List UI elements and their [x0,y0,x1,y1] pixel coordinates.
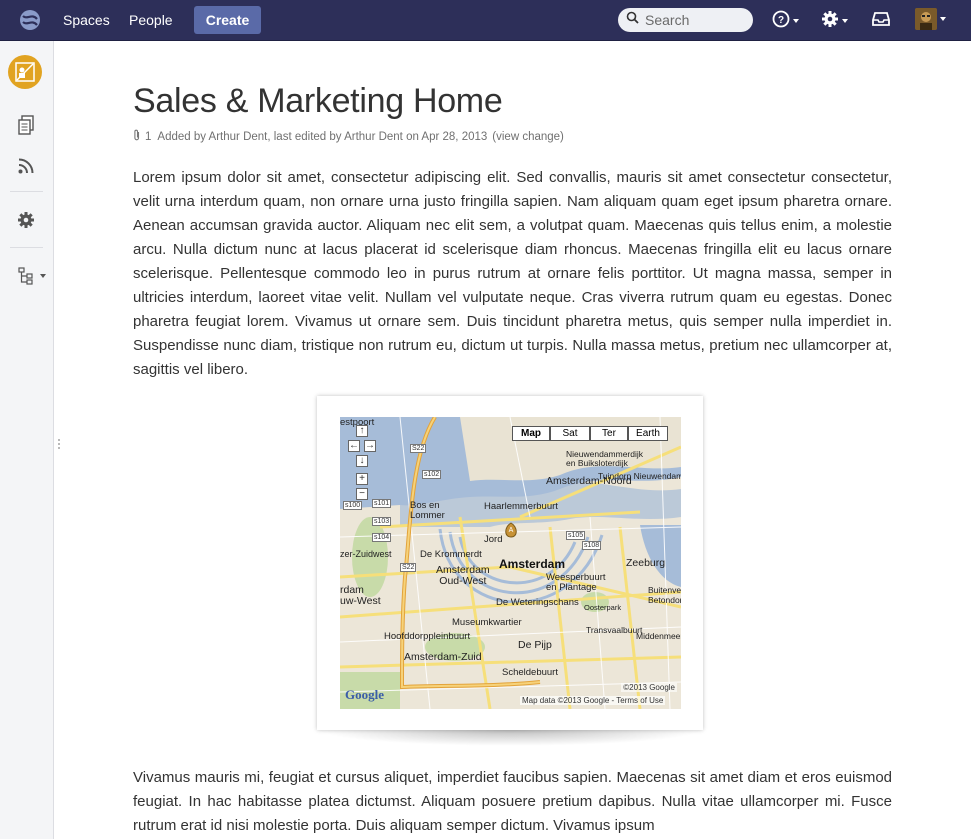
body-paragraph: Vivamus mauris mi, feugiat et cursus ali… [133,769,892,834]
sidebar-divider [10,247,43,248]
map-label: Amsterdam [499,557,566,571]
map-zoom-in-button[interactable]: + [356,473,368,485]
map-label: Middenmeer [636,631,681,641]
road-number-tag: s102 [422,470,442,479]
chevron-down-icon[interactable] [40,274,46,278]
map-copyright: ©2013 Google [621,683,677,692]
nav-people-link[interactable]: People [129,12,173,28]
map-zoom-out-button[interactable]: − [356,488,368,500]
map-label: Jord [484,534,503,545]
chevron-down-icon [842,19,848,23]
view-change-link[interactable]: (view change) [492,131,564,143]
map-pan-right-button[interactable]: → [364,440,376,452]
road-number-tag: S22 [400,563,417,572]
svg-text:A: A [509,527,514,534]
map-label: estpoort [340,417,375,428]
map-image[interactable]: A Map Sat Ter Earth ↑ ← → ↓ + − estpoort… [340,417,681,709]
road-number-tag: s103 [372,517,392,526]
settings-menu[interactable] [821,10,848,32]
nav-spaces-link[interactable]: Spaces [63,12,110,28]
map-pan-down-button[interactable]: ↓ [356,455,368,467]
create-button[interactable]: Create [194,6,261,34]
space-settings-gear-icon[interactable] [15,209,37,231]
rss-feed-icon[interactable] [15,155,37,177]
pages-icon[interactable] [15,114,37,136]
map-type-terrain-button[interactable]: Ter [590,426,628,441]
page-title: Sales & Marketing Home [133,82,503,120]
sidebar-divider [10,191,43,192]
paperclip-icon[interactable] [133,129,141,144]
image-shadow [317,730,703,746]
google-logo[interactable]: Google [345,687,384,703]
map-label: Zeeburg [626,557,666,569]
road-number-tag: s108 [582,541,602,550]
road-number-tag: S22 [410,444,427,453]
svg-text:?: ? [778,15,784,26]
map-label: Buitenveldert Betondorp [648,585,681,605]
map-label: Transvaalbuurt [586,625,643,635]
map-label: zer-Zuidwest [340,549,392,559]
map-label: Hoofddorppleinbuurt [384,631,471,642]
chevron-down-icon [793,19,799,23]
map-label: Amsterdam-Noord [546,475,632,487]
help-icon: ? [772,10,790,33]
gear-icon [821,10,839,33]
map-label: Museumkwartier [452,617,522,628]
road-number-tag: s105 [566,531,586,540]
road-number-tag: s101 [372,499,392,508]
user-menu[interactable] [915,8,946,30]
map-label: Weesperbuurt en Plantage [546,572,606,593]
space-sidebar [0,41,54,839]
map-label: rdam uw-West [340,584,381,607]
page-tree-icon[interactable] [15,265,37,287]
notifications-button[interactable] [872,10,890,32]
map-data-terms-link[interactable]: Map data ©2013 Google - Terms of Use [520,696,666,705]
map-label: Bos en Lommer [410,500,445,521]
map-label: De Pijp [518,639,552,651]
road-number-tag: s104 [372,533,392,542]
map-label: Scheldebuurt [502,667,558,678]
confluence-logo-icon[interactable] [17,7,43,33]
search-input[interactable] [645,12,745,28]
map-type-earth-button[interactable]: Earth [628,426,668,441]
search-box[interactable] [618,8,753,32]
space-avatar[interactable] [8,55,42,89]
body-paragraph: Lorem ipsum dolor sit amet, consectetur … [133,169,892,378]
chevron-down-icon [940,17,946,21]
sidebar-resize-handle[interactable] [58,438,60,450]
map-type-satellite-button[interactable]: Sat [550,426,590,441]
map-label: De Weteringschans [496,597,579,608]
page-byline: Added by Arthur Dent, last edited by Art… [157,130,488,143]
user-avatar [915,8,937,30]
help-menu[interactable]: ? [772,10,799,32]
map-label: De Krommerdt [420,549,482,560]
top-navigation-bar: Spaces People Create ? [0,0,971,41]
map-pan-left-button[interactable]: ← [348,440,360,452]
map-label: Amsterdam-Zuid [404,651,482,663]
road-number-tag: s100 [343,501,363,510]
map-label: Oosterpark [584,603,622,612]
map-type-map-button[interactable]: Map [512,426,550,441]
inbox-icon [872,11,890,32]
map-label: Amsterdam Oud-West [436,564,490,587]
search-icon [626,11,639,29]
map-label: Nieuwendammerdijk en Buiksloterdijk [566,449,644,468]
attachment-count[interactable]: 1 [145,131,151,143]
page-metadata: 1 Added by Arthur Dent, last edited by A… [133,129,564,144]
map-label: Haarlemmerbuurt [484,501,558,512]
map-image-frame: A Map Sat Ter Earth ↑ ← → ↓ + − estpoort… [317,396,703,730]
